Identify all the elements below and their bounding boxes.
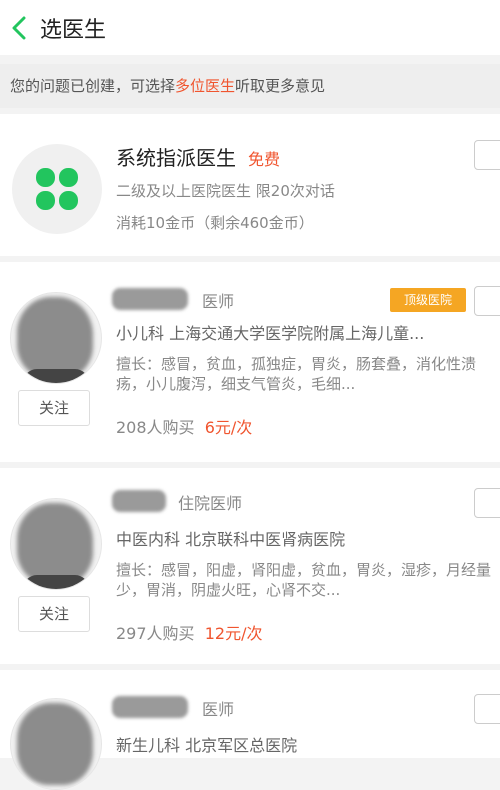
- system-doctor-desc: 二级及以上医院医生 限20次对话: [116, 182, 335, 200]
- doctor-buy-info: 208人购买 6元/次: [116, 414, 252, 438]
- consult-price: 12元/次: [204, 624, 263, 643]
- doctor-skill: 擅长：感冒，贫血，孤独症，胃炎，肠套叠，消化性溃疡，小儿腹泻，细支气管炎，毛细.…: [116, 355, 477, 393]
- doctor-role: 医师: [202, 292, 235, 311]
- system-doctor-title: 系统指派医生 免费: [116, 142, 280, 171]
- avatar: [10, 292, 102, 384]
- system-doctor-name: 系统指派医生: [116, 146, 236, 170]
- clover-icon: [36, 168, 78, 210]
- doctor-name-redacted: [112, 490, 166, 512]
- system-doctor-card[interactable]: 系统指派医生 免费 二级及以上医院医生 限20次对话 消耗10金币（剩余460金币…: [0, 114, 500, 256]
- consult-price: 6元/次: [204, 418, 253, 437]
- notice-highlight: 多位医生: [175, 77, 236, 95]
- chevron-left-icon: [12, 16, 26, 39]
- buyer-count: 208人购买: [116, 418, 195, 437]
- doctor-role: 住院医师: [178, 494, 243, 513]
- doctor-dept: 中医内科 北京联科中医肾病医院: [116, 530, 346, 549]
- buyer-count: 297人购买: [116, 624, 195, 643]
- notice-suffix: 听取更多意见: [235, 77, 326, 95]
- doctor-card[interactable]: 关注 医师 顶级医院 小儿科 上海交通大学医学院附属上海儿童... 擅长：感冒，…: [0, 262, 500, 462]
- follow-button[interactable]: 关注: [18, 596, 90, 632]
- doctor-card[interactable]: 医师 新生儿科 北京军区总医院: [0, 670, 500, 790]
- follow-button[interactable]: 关注: [18, 390, 90, 426]
- select-checkbox[interactable]: [474, 488, 500, 518]
- doctor-buy-info: 297人购买 12元/次: [116, 620, 262, 644]
- top-bar: 选医生: [0, 0, 500, 55]
- clover-logo: [12, 144, 102, 234]
- avatar: [10, 498, 102, 590]
- system-doctor-cost: 消耗10金币（剩余460金币）: [116, 214, 314, 232]
- doctor-skill: 擅长：感冒，阳虚，肾阳虚，贫血，胃炎，湿疹，月经量少，胃消，阴虚火旺，心肾不交.…: [116, 561, 492, 599]
- avatar: [10, 698, 102, 790]
- notice-prefix: 您的问题已创建，可选择: [10, 77, 176, 95]
- back-button[interactable]: [0, 0, 38, 55]
- doctor-name-redacted: [112, 288, 188, 310]
- notice-bar: 您的问题已创建，可选择多位医生听取更多意见: [0, 64, 500, 108]
- select-checkbox[interactable]: [474, 694, 500, 724]
- doctor-card[interactable]: 关注 住院医师 中医内科 北京联科中医肾病医院 擅长：感冒，阳虚，肾阳虚，贫血，…: [0, 468, 500, 664]
- free-tag: 免费: [248, 150, 281, 169]
- select-checkbox[interactable]: [474, 286, 500, 316]
- doctor-name-redacted: [112, 696, 188, 718]
- select-checkbox[interactable]: [474, 140, 500, 170]
- top-hospital-badge: 顶级医院: [390, 288, 466, 312]
- doctor-dept: 新生儿科 北京军区总医院: [116, 736, 298, 755]
- doctor-role: 医师: [202, 700, 235, 719]
- doctor-dept: 小儿科 上海交通大学医学院附属上海儿童...: [116, 324, 425, 343]
- page-title: 选医生: [40, 17, 107, 43]
